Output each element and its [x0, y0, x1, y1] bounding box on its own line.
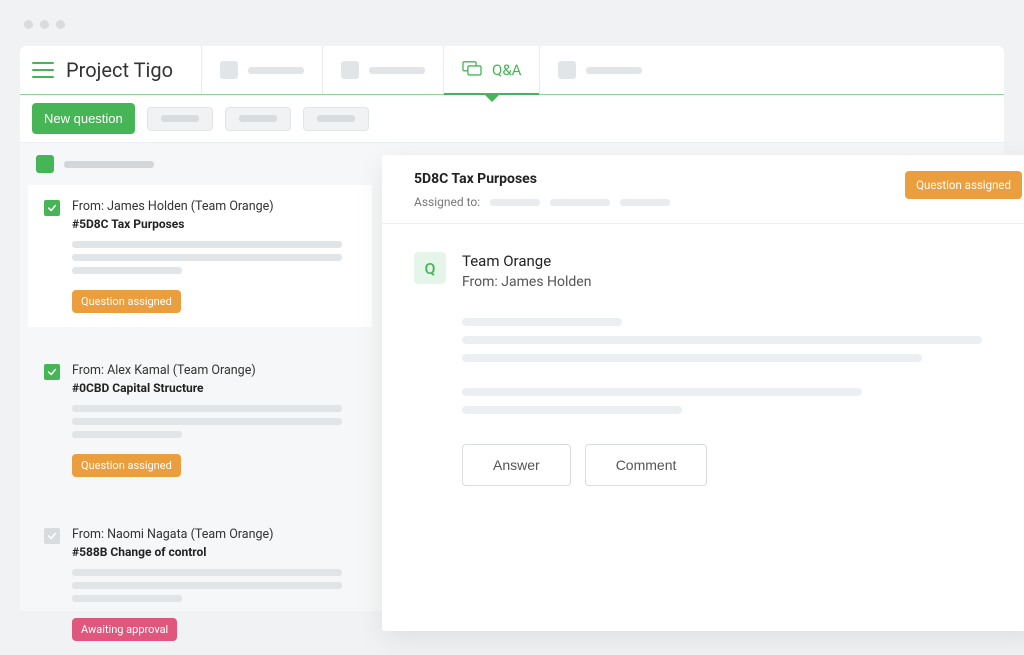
tab-qa[interactable]: Q&A [443, 46, 539, 94]
new-question-button[interactable]: New question [32, 103, 135, 134]
filter-pill-3[interactable] [303, 107, 369, 131]
question-subject: #0CBD Capital Structure [72, 381, 256, 395]
dot [40, 20, 49, 29]
header: Project Tigo Q& [20, 46, 1004, 94]
question-from: From: Naomi Nagata (Team Orange) [72, 527, 273, 542]
question-body-preview [72, 569, 356, 602]
question-subject: #5D8C Tax Purposes [72, 217, 274, 231]
question-from: From: Alex Kamal (Team Orange) [72, 363, 256, 378]
question-body-preview [72, 405, 356, 438]
assigned-to-row: Assigned to: [414, 195, 670, 209]
status-badge: Question assigned [72, 454, 181, 477]
question-glyph-icon: Q [414, 252, 446, 284]
browser-dots [24, 20, 65, 29]
tab-label-placeholder [369, 67, 425, 74]
assignee-placeholder [620, 199, 670, 206]
question-subject: #588B Change of control [72, 545, 273, 559]
detail-title: 5D8C Tax Purposes [414, 171, 670, 187]
checkbox-icon[interactable] [44, 364, 60, 380]
checkbox-icon[interactable] [44, 200, 60, 216]
project-title: Project Tigo [66, 58, 173, 82]
toolbar: New question [20, 95, 1004, 143]
tab-icon-placeholder [558, 61, 576, 79]
answer-button[interactable]: Answer [462, 444, 571, 486]
tab-label-placeholder [248, 67, 304, 74]
question-detail-panel: 5D8C Tax Purposes Assigned to: Question … [382, 155, 1024, 631]
tab-placeholder-1[interactable] [201, 46, 322, 94]
tab-arrow-icon [485, 95, 499, 102]
thread: Q Team Orange From: James Holden [382, 224, 1024, 506]
thread-body [462, 318, 1010, 414]
status-badge: Question assigned [72, 290, 181, 313]
assignee-placeholder [490, 199, 540, 206]
tab-placeholder-3[interactable] [539, 46, 660, 94]
checkbox-icon[interactable] [44, 528, 60, 544]
menu-icon[interactable] [32, 62, 54, 78]
tab-row: Q&A [201, 46, 660, 94]
team-name: Team Orange [462, 252, 591, 270]
question-card[interactable]: From: Naomi Nagata (Team Orange) #588B C… [28, 513, 372, 655]
question-card[interactable]: From: James Holden (Team Orange) #5D8C T… [28, 185, 372, 327]
filter-pill-1[interactable] [147, 107, 213, 131]
tab-label-placeholder [586, 67, 642, 74]
status-badge: Question assigned [905, 171, 1022, 199]
browser-frame: Project Tigo Q& [10, 10, 1014, 610]
comment-button[interactable]: Comment [585, 444, 708, 486]
assignee-placeholder [550, 199, 610, 206]
question-card[interactable]: From: Alex Kamal (Team Orange) #0CBD Cap… [28, 349, 372, 491]
thread-actions: Answer Comment [462, 444, 1010, 486]
assigned-to-label: Assigned to: [414, 195, 480, 209]
tab-label: Q&A [492, 61, 521, 79]
dot [56, 20, 65, 29]
author-line: From: James Holden [462, 274, 591, 290]
content-area: From: James Holden (Team Orange) #5D8C T… [20, 143, 1004, 611]
tab-placeholder-2[interactable] [322, 46, 443, 94]
select-all-checkbox[interactable] [36, 155, 54, 173]
tab-icon-placeholder [220, 61, 238, 79]
chat-icon [462, 61, 482, 79]
status-badge: Awaiting approval [72, 618, 177, 641]
tab-icon-placeholder [341, 61, 359, 79]
question-from: From: James Holden (Team Orange) [72, 199, 274, 214]
app-window: Project Tigo Q& [20, 46, 1004, 610]
header-divider [20, 94, 1004, 95]
detail-header: 5D8C Tax Purposes Assigned to: Question … [382, 155, 1024, 223]
filter-pill-2[interactable] [225, 107, 291, 131]
question-body-preview [72, 241, 356, 274]
dot [24, 20, 33, 29]
list-header-placeholder [64, 161, 154, 168]
